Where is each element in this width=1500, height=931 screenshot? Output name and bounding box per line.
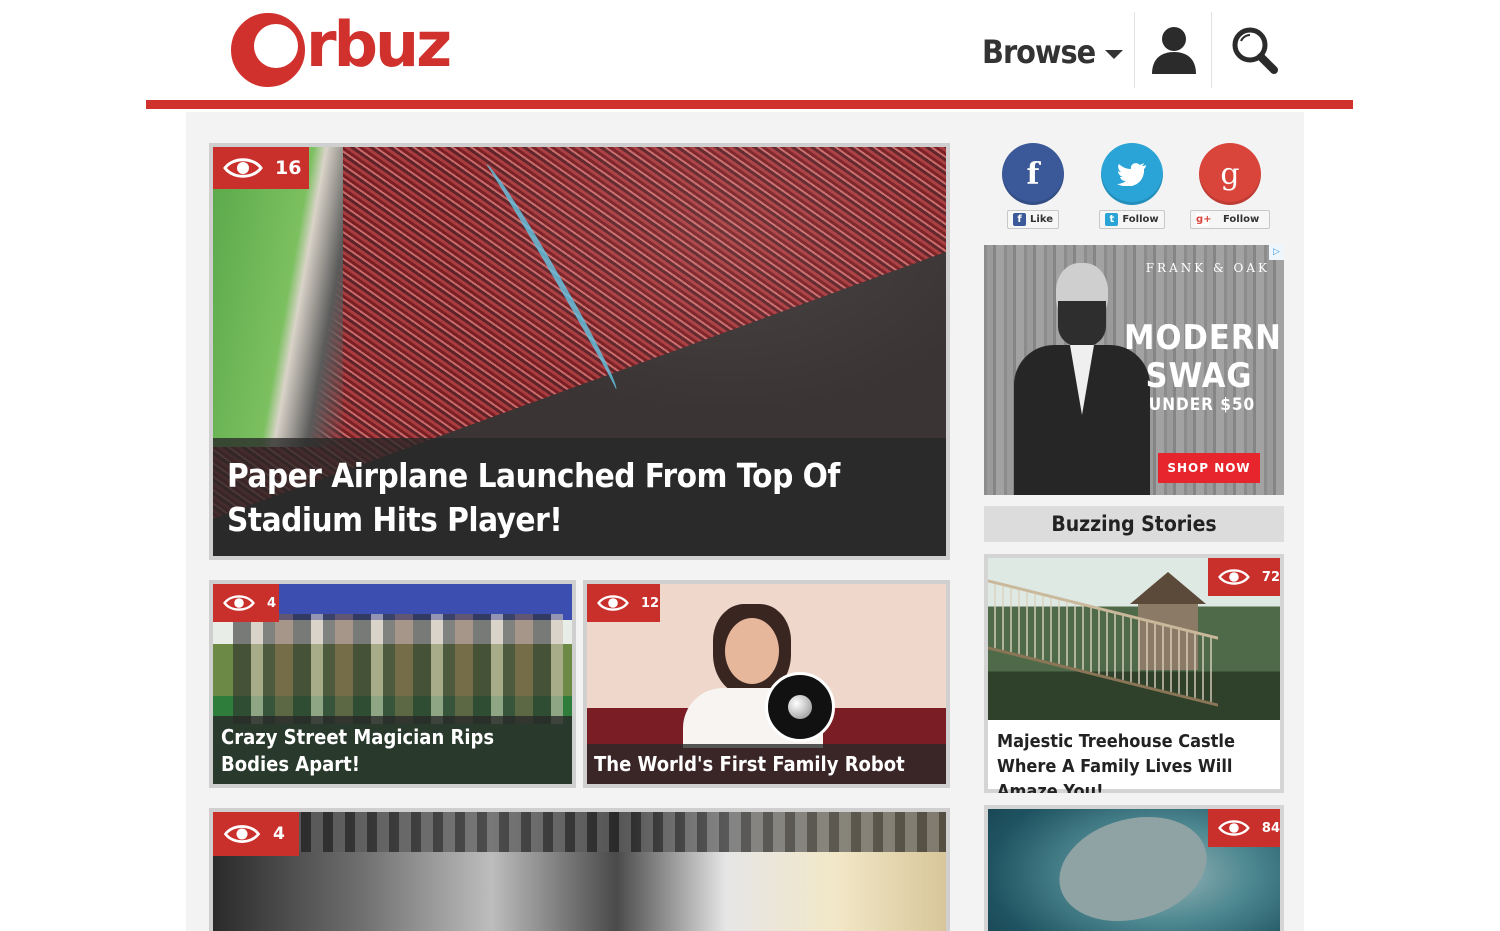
- site-logo[interactable]: rbuz: [230, 12, 460, 90]
- user-icon: [1152, 27, 1196, 74]
- advertisement-banner[interactable]: FRANK & OAK MODERN SWAG UNDER $50 SHOP N…: [984, 245, 1284, 495]
- header-accent-bar: [146, 100, 1353, 109]
- stadium-light-arc: [479, 160, 623, 394]
- google-plus-follow-button[interactable]: g+ Follow: [1190, 210, 1270, 229]
- view-count: 4: [273, 824, 285, 844]
- post-image: 12 The World's First Family Robot: [587, 584, 946, 784]
- view-count-badge: 4: [213, 584, 279, 622]
- post-image: 4 Crazy Street Magician Rips Bodies Apar…: [213, 584, 572, 784]
- post-card[interactable]: 4 Crazy Street Magician Rips Bodies Apar…: [209, 580, 576, 788]
- featured-post-card[interactable]: 16 Paper Airplane Launched From Top Of S…: [209, 143, 950, 560]
- eye-icon: [1218, 820, 1250, 836]
- buzzing-stories-heading: Buzzing Stories: [984, 506, 1284, 542]
- user-account-button[interactable]: [1150, 24, 1198, 76]
- browse-menu-button[interactable]: Browse: [982, 30, 1124, 74]
- buzzing-story-card[interactable]: 84: [984, 805, 1284, 931]
- robot-graphic: [765, 672, 835, 742]
- twitter-widget: t Follow: [1092, 143, 1172, 229]
- view-count: 12: [641, 595, 660, 611]
- google-icon: g: [1220, 156, 1240, 192]
- ad-shop-now-button[interactable]: SHOP NOW: [1158, 453, 1260, 483]
- story-image: 84: [988, 809, 1280, 931]
- ad-brand: FRANK & OAK: [1145, 261, 1270, 275]
- eye-icon: [597, 595, 629, 611]
- header-divider: [1134, 12, 1135, 88]
- logo-mark-icon: [231, 13, 305, 87]
- stadium-field: [213, 147, 343, 447]
- view-count: 72: [1261, 569, 1280, 585]
- google-plus-button[interactable]: g: [1199, 143, 1261, 205]
- facebook-widget: f f Like: [993, 143, 1073, 229]
- site-header: rbuz Browse: [146, 0, 1353, 110]
- facebook-icon: f: [1013, 213, 1027, 226]
- view-count: 84: [1261, 820, 1280, 836]
- eye-icon: [223, 595, 255, 611]
- post-title[interactable]: The World's First Family Robot: [587, 744, 946, 784]
- ad-headline: MODERN SWAG: [1124, 318, 1282, 396]
- post-image: 4: [213, 812, 946, 931]
- browse-label: Browse: [982, 33, 1096, 71]
- post-card[interactable]: 12 The World's First Family Robot: [583, 580, 950, 788]
- adchoices-icon[interactable]: ▷: [1269, 245, 1284, 260]
- view-count: 16: [275, 157, 302, 179]
- ad-subheadline: UNDER $50: [1148, 395, 1256, 415]
- featured-post-image: 16 Paper Airplane Launched From Top Of S…: [213, 147, 946, 556]
- eye-icon: [1218, 569, 1250, 585]
- crowd-graphic: [233, 614, 563, 724]
- view-count-badge: 72: [1208, 558, 1280, 596]
- twitter-button[interactable]: [1101, 143, 1163, 205]
- chevron-down-icon: [1105, 49, 1124, 59]
- facebook-like-button[interactable]: f Like: [1007, 210, 1059, 229]
- twitter-icon: t: [1105, 213, 1119, 226]
- featured-post-title[interactable]: Paper Airplane Launched From Top Of Stad…: [213, 438, 946, 556]
- post-title[interactable]: Crazy Street Magician Rips Bodies Apart!: [213, 716, 572, 784]
- header-divider: [1211, 12, 1212, 88]
- buzzing-story-card[interactable]: 72 Majestic Treehouse Castle Where A Fam…: [984, 554, 1284, 793]
- logo-text: rbuz: [306, 8, 452, 81]
- eye-icon: [223, 825, 261, 843]
- google-plus-widget: g g+ Follow: [1190, 143, 1270, 229]
- content-area: 16 Paper Airplane Launched From Top Of S…: [186, 112, 1304, 931]
- facebook-icon: f: [1026, 156, 1040, 192]
- search-button[interactable]: [1230, 24, 1280, 76]
- seal-graphic: [1047, 809, 1219, 931]
- search-icon: [1232, 27, 1278, 74]
- ceiling-graphic: [213, 812, 946, 852]
- post-card[interactable]: 4: [209, 808, 950, 931]
- view-count-badge: 4: [213, 812, 299, 856]
- view-count-badge: 84: [1208, 809, 1280, 847]
- eye-icon: [223, 158, 263, 178]
- view-count-badge: 12: [587, 584, 660, 622]
- twitter-follow-button[interactable]: t Follow: [1099, 210, 1165, 229]
- facebook-button[interactable]: f: [1002, 143, 1064, 205]
- story-title[interactable]: Majestic Treehouse Castle Where A Family…: [988, 720, 1280, 793]
- person-face: [725, 618, 779, 684]
- view-count: 4: [267, 595, 277, 611]
- twitter-bird-icon: [1117, 163, 1146, 186]
- google-plus-icon: g+: [1196, 213, 1212, 226]
- story-image: 72: [988, 558, 1280, 720]
- view-count-badge: 16: [213, 147, 309, 189]
